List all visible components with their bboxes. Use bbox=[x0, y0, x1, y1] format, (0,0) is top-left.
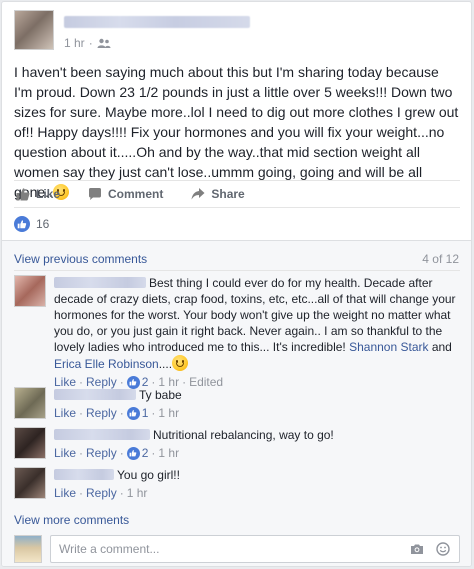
comment-like-button[interactable]: Like bbox=[54, 485, 76, 501]
comment-count: 4 of 12 bbox=[422, 252, 459, 266]
post-meta: 1 hr · bbox=[64, 36, 111, 50]
post-header: 1 hr · bbox=[14, 10, 454, 52]
comment-reply-button[interactable]: Reply bbox=[86, 405, 117, 421]
current-user-avatar[interactable] bbox=[14, 535, 42, 563]
comment-actions: Like · Reply · 1 hr bbox=[54, 485, 148, 501]
comment-text: Nutritional rebalancing, way to go! bbox=[54, 427, 460, 443]
comment-icon bbox=[89, 188, 102, 200]
commenter-name-redacted[interactable] bbox=[54, 389, 136, 400]
view-previous-comments-link[interactable]: View previous comments bbox=[14, 252, 147, 266]
comment-text: Best thing I could ever do for my health… bbox=[54, 276, 456, 371]
divider bbox=[14, 270, 460, 271]
camera-icon[interactable] bbox=[410, 542, 424, 556]
friends-icon[interactable] bbox=[97, 38, 111, 48]
comment-body: You go girl!! Like · Reply · 1 hr bbox=[54, 467, 460, 501]
comment-body: Best thing I could ever do for my health… bbox=[54, 275, 460, 390]
comment-like-button[interactable]: Like bbox=[54, 405, 76, 421]
post-card: 1 hr · I haven't been saying much about … bbox=[1, 1, 472, 567]
mention-link[interactable]: Shannon Stark bbox=[349, 340, 428, 354]
comment-text: You go girl!! bbox=[54, 467, 460, 483]
comment-like-button[interactable]: Like bbox=[54, 445, 76, 461]
commenter-avatar[interactable] bbox=[14, 427, 46, 459]
commenter-name-redacted[interactable] bbox=[54, 429, 150, 440]
comment-input[interactable] bbox=[50, 535, 460, 563]
like-reaction-icon bbox=[126, 406, 140, 420]
emoji-icon[interactable] bbox=[436, 542, 450, 556]
comment-item: Nutritional rebalancing, way to go! Like… bbox=[14, 427, 460, 463]
commenter-name-redacted[interactable] bbox=[54, 277, 146, 288]
author-name-redacted[interactable] bbox=[64, 16, 250, 28]
comment-actions: Like · Reply · 1 · 1 hr bbox=[54, 405, 180, 421]
post-action-bar: Like Comment Share bbox=[14, 180, 460, 208]
thumbs-up-icon bbox=[16, 188, 30, 201]
commenter-avatar[interactable] bbox=[14, 467, 46, 499]
comment-time[interactable]: 1 hr bbox=[158, 405, 179, 421]
commenter-avatar[interactable] bbox=[14, 275, 46, 307]
share-icon bbox=[191, 188, 205, 200]
author-avatar[interactable] bbox=[14, 10, 54, 50]
view-more-comments-link[interactable]: View more comments bbox=[14, 513, 129, 527]
comment-body: Nutritional rebalancing, way to go! Like… bbox=[54, 427, 460, 461]
comment-composer bbox=[14, 535, 460, 565]
comment-body: Ty babe Like · Reply · 1 · 1 hr bbox=[54, 387, 460, 421]
comment-time[interactable]: 1 hr bbox=[127, 485, 148, 501]
comment-like-count[interactable]: 1 bbox=[142, 405, 149, 421]
like-reaction-icon bbox=[14, 216, 30, 232]
comments-panel: View previous comments 4 of 12 Best thin… bbox=[2, 240, 471, 566]
comment-time[interactable]: 1 hr bbox=[158, 445, 179, 461]
comment-like-count[interactable]: 2 bbox=[142, 445, 149, 461]
comment-actions: Like · Reply · 2 · 1 hr bbox=[54, 445, 180, 461]
like-button[interactable]: Like bbox=[14, 187, 60, 201]
commenter-name-redacted[interactable] bbox=[54, 469, 114, 480]
post-time[interactable]: 1 hr bbox=[64, 36, 85, 50]
mention-link[interactable]: Erica Elle Robinson bbox=[54, 357, 159, 371]
share-button[interactable]: Share bbox=[189, 187, 245, 201]
comment-button[interactable]: Comment bbox=[86, 187, 163, 201]
comment-item: Best thing I could ever do for my health… bbox=[14, 275, 460, 389]
smiley-emoji-icon bbox=[172, 355, 189, 371]
comment-text: Ty babe bbox=[54, 387, 460, 403]
reaction-count: 16 bbox=[36, 217, 50, 231]
comment-reply-button[interactable]: Reply bbox=[86, 445, 117, 461]
comment-reply-button[interactable]: Reply bbox=[86, 485, 117, 501]
commenter-avatar[interactable] bbox=[14, 387, 46, 419]
comment-item: Ty babe Like · Reply · 1 · 1 hr bbox=[14, 387, 460, 423]
reaction-summary[interactable]: 16 bbox=[14, 216, 49, 232]
comment-item: You go girl!! Like · Reply · 1 hr bbox=[14, 467, 460, 503]
like-reaction-icon bbox=[126, 446, 140, 460]
